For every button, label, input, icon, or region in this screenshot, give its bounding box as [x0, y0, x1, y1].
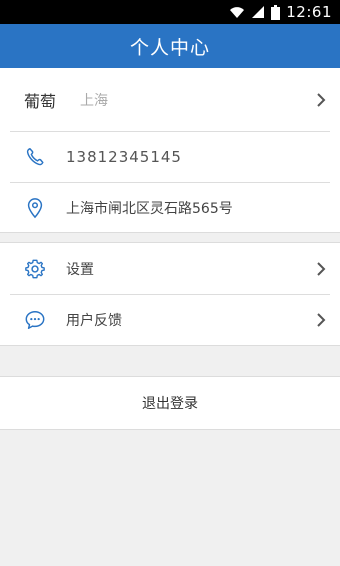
logout-label: 退出登录 — [142, 396, 198, 412]
status-bar: 12:61 — [0, 0, 340, 24]
page-title: 个人中心 — [129, 36, 210, 59]
chevron-right-icon — [317, 313, 326, 327]
gear-icon — [25, 259, 45, 278]
user-name: 葡萄 — [24, 91, 57, 111]
chevron-right-icon — [317, 261, 326, 276]
signal-icon — [252, 6, 265, 18]
menu-item-label: 用户反馈 — [66, 313, 122, 329]
profile-row[interactable]: 葡萄 上海 — [0, 68, 340, 131]
wifi-icon — [230, 7, 245, 18]
phone-row: 13812345145 — [0, 132, 340, 182]
menu-item-feedback[interactable]: 用户反馈 — [0, 295, 340, 345]
menu-item-settings[interactable]: 设置 — [0, 243, 340, 294]
chevron-right-icon — [317, 92, 326, 107]
title-bar: 个人中心 — [0, 24, 340, 68]
user-city: 上海 — [80, 92, 108, 109]
logout-button[interactable]: 退出登录 — [0, 376, 340, 430]
phone-number: 13812345145 — [66, 148, 182, 166]
status-icons: 12:61 — [229, 0, 332, 24]
status-time: 12:61 — [286, 3, 332, 21]
profile-card: 葡萄 上海 13812345145 上海市闸北区灵石路565号 — [0, 68, 340, 233]
address-row: 上海市闸北区灵石路565号 — [0, 183, 340, 232]
menu-item-label: 设置 — [66, 261, 94, 278]
location-pin-icon — [27, 197, 43, 218]
phone-icon — [26, 148, 44, 166]
address-text: 上海市闸北区灵石路565号 — [66, 200, 233, 217]
battery-icon — [271, 4, 281, 20]
chat-bubble-icon — [25, 311, 45, 329]
menu-card: 设置 用户反馈 — [0, 242, 340, 346]
